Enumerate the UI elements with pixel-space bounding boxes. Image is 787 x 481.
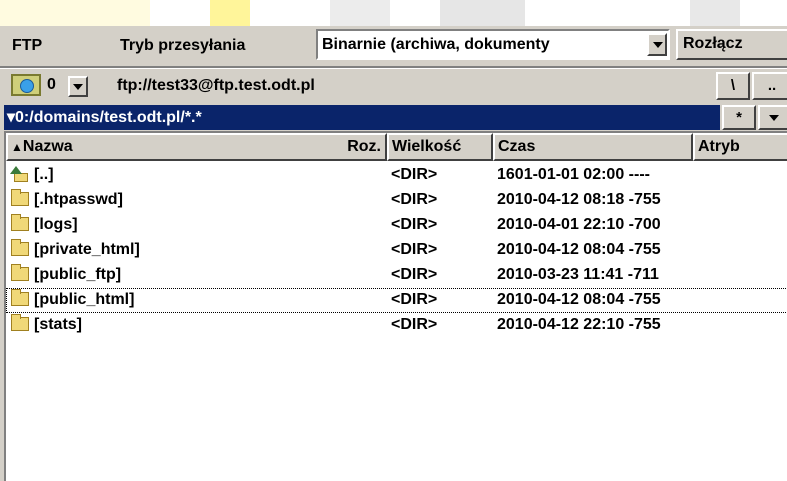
folder-icon	[11, 189, 29, 206]
file-rows: [..] <DIR> 1601-01-01 02:00 ---- [.htpas…	[6, 163, 787, 338]
filter-button[interactable]: *	[722, 105, 756, 130]
chevron-down-icon[interactable]	[68, 76, 88, 97]
file-name: [stats]	[34, 316, 83, 333]
file-size: <DIR>	[391, 216, 438, 233]
column-size[interactable]: Wielkość	[387, 133, 493, 161]
file-size: <DIR>	[391, 191, 438, 208]
table-row[interactable]: [public_html] <DIR> 2010-04-12 08:04 -75…	[6, 288, 787, 313]
folder-icon	[11, 214, 29, 231]
table-row[interactable]: [logs] <DIR> 2010-04-01 22:10 -700	[6, 213, 787, 238]
column-ext[interactable]: Roz.	[315, 133, 387, 161]
decorative-block	[210, 0, 250, 26]
folder-icon	[11, 239, 29, 256]
file-name: [private_html]	[34, 241, 140, 258]
disconnect-button[interactable]: Rozłącz	[676, 29, 787, 60]
ftp-label: FTP	[12, 37, 43, 54]
up-folder-icon	[10, 166, 30, 183]
file-size: <DIR>	[391, 266, 438, 283]
ftp-toolbar: FTP Tryb przesyłania Binarnie (archiwa, …	[0, 26, 787, 66]
drive-bar: 0 ftp://test33@ftp.test.odt.pl \ ..	[0, 69, 787, 103]
root-dir-button[interactable]: \	[716, 72, 750, 100]
file-name: [public_html]	[34, 291, 135, 308]
transfer-mode-label: Tryb przesyłania	[120, 37, 246, 54]
decorative-block	[440, 0, 525, 26]
transfer-mode-value: Binarnie (archiwa, dokumenty	[322, 36, 550, 53]
column-name-label: Nazwa	[22, 138, 73, 155]
table-row[interactable]: [public_ftp] <DIR> 2010-03-23 11:41 -711	[6, 263, 787, 288]
file-time: 2010-04-12 08:18 -755	[497, 191, 661, 208]
column-header: ▲Nazwa Roz. Wielkość Czas Atryb	[6, 133, 787, 161]
file-size: <DIR>	[391, 316, 438, 333]
column-time[interactable]: Czas	[493, 133, 693, 161]
file-time: 2010-03-23 11:41 -711	[497, 266, 659, 283]
file-name: [logs]	[34, 216, 78, 233]
file-time: 2010-04-01 22:10 -700	[497, 216, 661, 233]
file-size: <DIR>	[391, 291, 438, 308]
folder-icon	[11, 264, 29, 281]
network-drive-icon	[11, 74, 41, 96]
file-name: [.htpasswd]	[34, 191, 123, 208]
directory-bar: ▾0:/domains/test.odt.pl/*.* *	[0, 105, 787, 130]
drive-selector[interactable]: 0	[11, 73, 107, 99]
file-name: [public_ftp]	[34, 266, 122, 283]
table-row[interactable]: [.htpasswd] <DIR> 2010-04-12 08:18 -755	[6, 188, 787, 213]
file-time: 2010-04-12 22:10 -755	[497, 316, 661, 333]
file-size: <DIR>	[391, 166, 438, 183]
parent-dir-button[interactable]: ..	[752, 72, 787, 100]
history-dropdown-button[interactable]	[758, 105, 787, 130]
decorative-block	[0, 0, 150, 26]
sort-up-icon: ▲	[11, 140, 23, 154]
table-row[interactable]: [..] <DIR> 1601-01-01 02:00 ----	[6, 163, 787, 188]
file-time: 2010-04-12 08:04 -755	[497, 241, 661, 258]
table-row[interactable]: [stats] <DIR> 2010-04-12 22:10 -755	[6, 313, 787, 338]
file-name: [..]	[34, 166, 54, 183]
decorative-block	[330, 0, 390, 26]
drive-number: 0	[47, 76, 56, 93]
current-path[interactable]: ▾0:/domains/test.odt.pl/*.*	[4, 105, 720, 130]
folder-icon	[11, 289, 29, 306]
connection-path: ftp://test33@ftp.test.odt.pl	[117, 77, 315, 94]
file-time: 2010-04-12 08:04 -755	[497, 291, 661, 308]
table-row[interactable]: [private_html] <DIR> 2010-04-12 08:04 -7…	[6, 238, 787, 263]
column-attr[interactable]: Atryb	[693, 133, 787, 161]
decorative-block	[690, 0, 740, 26]
file-list-panel[interactable]: ▲Nazwa Roz. Wielkość Czas Atryb [..] <DI…	[4, 131, 787, 481]
file-time: 1601-01-01 02:00 ----	[497, 166, 650, 183]
chevron-down-icon[interactable]	[647, 33, 667, 56]
top-strip	[0, 0, 787, 26]
transfer-mode-select[interactable]: Binarnie (archiwa, dokumenty	[316, 29, 670, 60]
file-size: <DIR>	[391, 241, 438, 258]
folder-icon	[11, 314, 29, 331]
